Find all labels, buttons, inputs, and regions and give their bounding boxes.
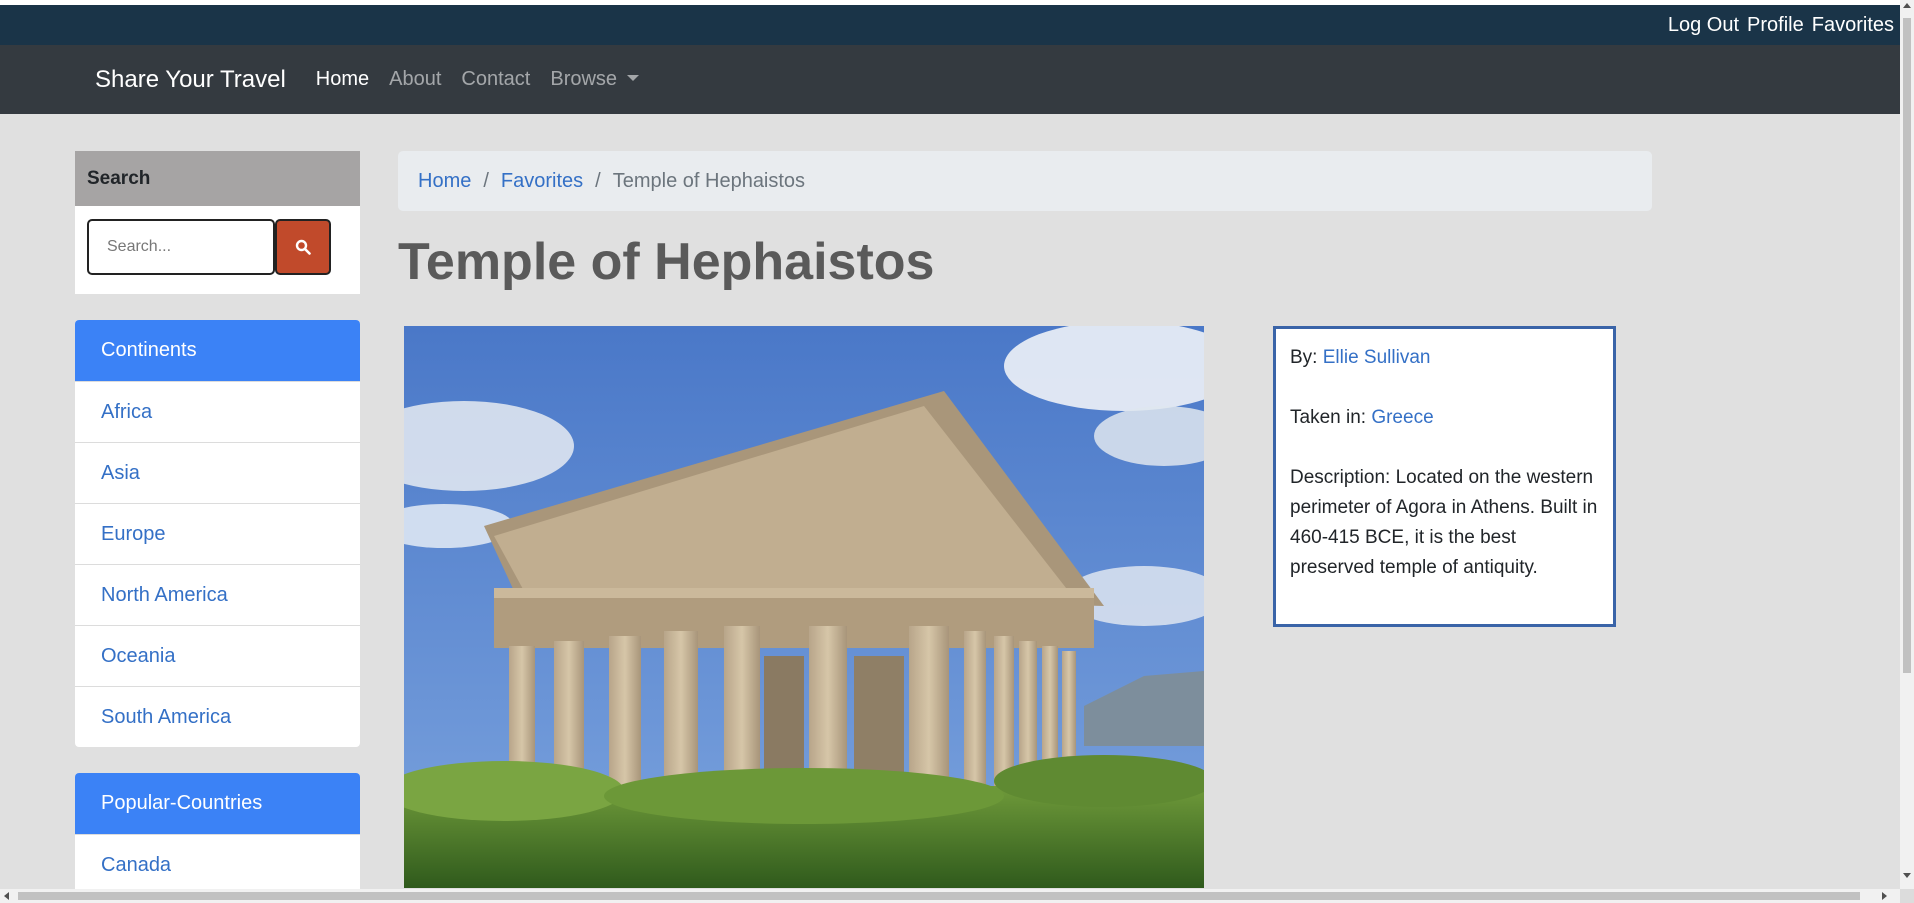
vertical-scrollbar[interactable] — [1900, 0, 1914, 903]
country-item-canada[interactable]: Canada — [75, 834, 360, 895]
photographer-row: By: Ellie Sullivan — [1290, 343, 1599, 373]
photographer-link[interactable]: Ellie Sullivan — [1323, 347, 1431, 368]
nav-browse-label: Browse — [550, 68, 618, 90]
search-heading: Search — [75, 151, 360, 206]
page-title: Temple of Hephaistos — [398, 233, 935, 291]
continents-heading: Continents — [75, 320, 360, 381]
popular-countries-list: Popular-Countries Canada — [75, 773, 360, 895]
continent-item-oceania[interactable]: Oceania — [75, 625, 360, 686]
continent-item-asia[interactable]: Asia — [75, 442, 360, 503]
breadcrumb-separator: / — [595, 169, 601, 192]
continent-item-south-america[interactable]: South America — [75, 686, 360, 747]
location-link[interactable]: Greece — [1371, 407, 1433, 428]
temple-photo — [404, 326, 1204, 888]
sidebar: Search Continents Africa Asia Europe Nor… — [75, 151, 360, 895]
logout-link[interactable]: Log Out — [1668, 14, 1739, 37]
search-button[interactable] — [275, 219, 331, 275]
user-bar: Log Out Profile Favorites — [0, 5, 1900, 45]
breadcrumb: Home / Favorites / Temple of Hephaistos — [398, 151, 1652, 211]
search-form — [75, 206, 360, 275]
scroll-up-arrow-icon[interactable] — [1903, 3, 1911, 8]
profile-link[interactable]: Profile — [1747, 14, 1804, 37]
photo-info-box: By: Ellie Sullivan Taken in: Greece Desc… — [1273, 326, 1616, 627]
search-input[interactable] — [87, 219, 275, 275]
scroll-down-arrow-icon[interactable] — [1903, 873, 1911, 878]
chevron-down-icon — [627, 74, 640, 81]
breadcrumb-separator: / — [483, 169, 489, 192]
photo-description: Description: Located on the western peri… — [1290, 467, 1598, 578]
brand-logo[interactable]: Share Your Travel — [95, 66, 286, 94]
horizontal-scroll-thumb[interactable] — [18, 892, 1860, 900]
search-panel: Search — [75, 151, 360, 294]
continent-item-africa[interactable]: Africa — [75, 381, 360, 442]
location-label: Taken in: — [1290, 407, 1372, 428]
photographer-label: By: — [1290, 347, 1323, 368]
continents-list: Continents Africa Asia Europe North Amer… — [75, 320, 360, 747]
continent-item-north-america[interactable]: North America — [75, 564, 360, 625]
horizontal-scrollbar[interactable] — [0, 889, 1900, 903]
continent-item-europe[interactable]: Europe — [75, 503, 360, 564]
nav-browse-dropdown[interactable]: Browse — [550, 68, 640, 91]
nav-contact[interactable]: Contact — [461, 68, 530, 91]
location-row: Taken in: Greece — [1290, 403, 1599, 433]
vertical-scroll-thumb[interactable] — [1903, 18, 1911, 673]
nav-home[interactable]: Home — [316, 68, 369, 91]
breadcrumb-home[interactable]: Home — [418, 170, 471, 193]
breadcrumb-current: Temple of Hephaistos — [612, 169, 806, 192]
nav-about[interactable]: About — [389, 68, 441, 91]
scrollbar-corner — [1900, 889, 1914, 903]
scroll-left-arrow-icon[interactable] — [4, 892, 9, 900]
scroll-right-arrow-icon[interactable] — [1882, 892, 1887, 900]
search-icon — [295, 239, 311, 255]
favorites-link[interactable]: Favorites — [1812, 14, 1894, 37]
popular-countries-heading: Popular-Countries — [75, 773, 360, 834]
breadcrumb-favorites[interactable]: Favorites — [501, 170, 583, 193]
main-navbar: Share Your Travel Home About Contact Bro… — [0, 45, 1900, 114]
